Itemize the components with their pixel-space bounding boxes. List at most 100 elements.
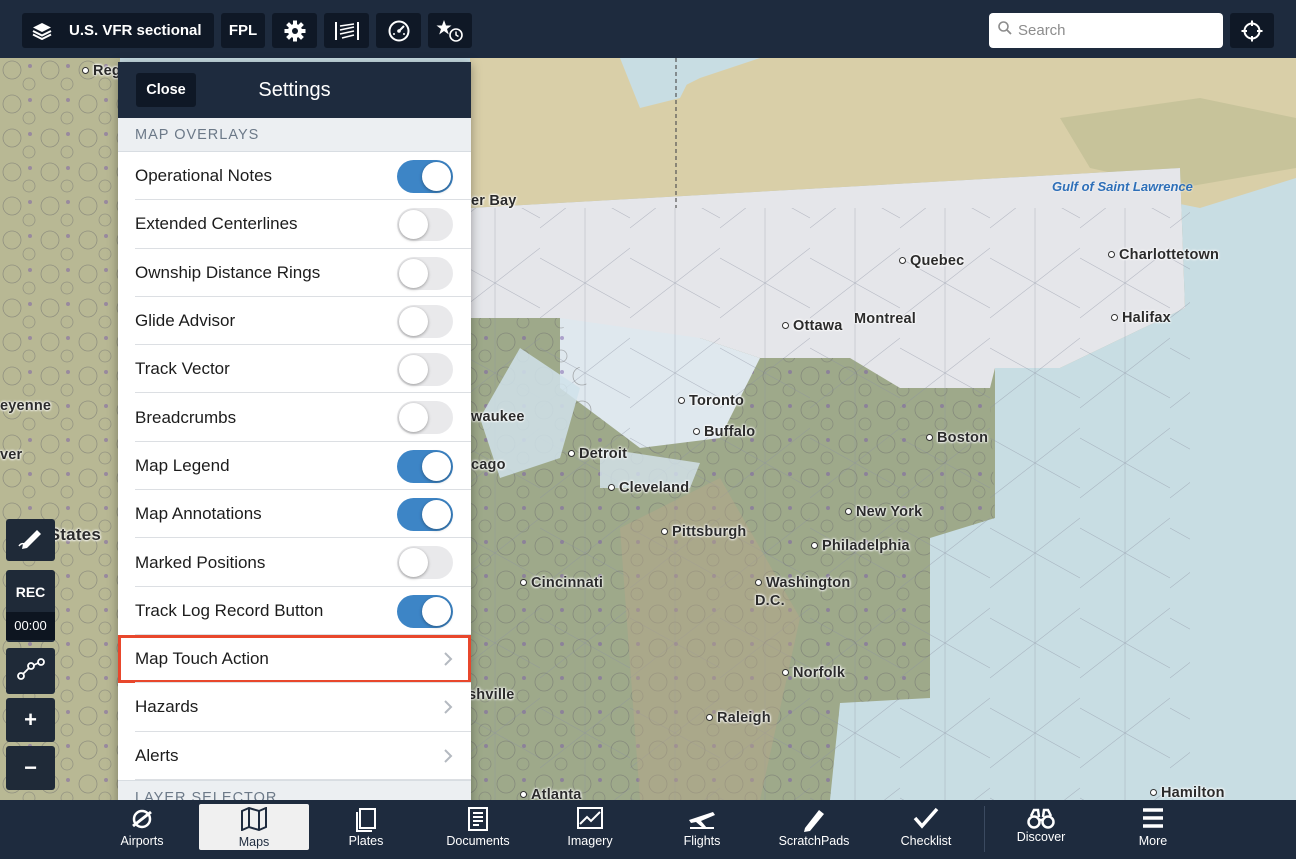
- settings-row-label: Hazards: [135, 697, 199, 717]
- map-icon: [199, 807, 309, 833]
- chevron-right-icon: [443, 651, 453, 672]
- tab-airports[interactable]: Airports: [87, 800, 197, 859]
- settings-row-label: Ownship Distance Rings: [135, 262, 321, 282]
- tab-label: Documents: [446, 834, 510, 848]
- city-label: Norfolk: [782, 665, 845, 681]
- settings-button[interactable]: [272, 13, 317, 48]
- scratchpad-icon: [759, 806, 869, 832]
- settings-row-label: Extended Centerlines: [135, 214, 298, 234]
- city-label: Atlanta: [520, 787, 582, 800]
- airport-icon: [87, 806, 197, 832]
- gauge-button[interactable]: [376, 13, 421, 48]
- layers-icon: [32, 22, 52, 40]
- tab-maps[interactable]: Maps: [199, 804, 309, 850]
- search-icon: [998, 21, 1012, 40]
- city-label: ver: [0, 447, 23, 463]
- tab-scratchpads[interactable]: ScratchPads: [759, 800, 869, 859]
- rec-label: REC: [15, 584, 46, 600]
- city-label: Boston: [926, 430, 988, 446]
- city-label: er Bay: [471, 193, 517, 209]
- search-field[interactable]: [989, 13, 1223, 48]
- imagery-icon: [535, 806, 645, 832]
- tab-plates[interactable]: Plates: [311, 800, 421, 859]
- zoom-in-button[interactable]: +: [6, 698, 55, 742]
- tab-label: Plates: [348, 834, 384, 848]
- locate-button[interactable]: [1230, 13, 1274, 48]
- toggle-switch[interactable]: [397, 449, 453, 483]
- tab-imagery[interactable]: Imagery: [535, 800, 645, 859]
- favorites-recent-button[interactable]: [428, 13, 472, 48]
- settings-row-glide-advisor[interactable]: Glide Advisor: [118, 297, 471, 346]
- tab-label: Flights: [683, 834, 721, 848]
- settings-row-track-log-record-button[interactable]: Track Log Record Button: [118, 587, 471, 636]
- tab-more[interactable]: More: [1098, 800, 1208, 859]
- annotate-button[interactable]: [6, 519, 55, 561]
- city-label: Pittsburgh: [661, 524, 747, 540]
- chevron-right-icon: [443, 748, 453, 769]
- toggle-switch[interactable]: [397, 353, 453, 387]
- favorites-recent-icon: [436, 19, 464, 43]
- toggle-knob: [399, 355, 428, 385]
- settings-row-map-annotations[interactable]: Map Annotations: [118, 490, 471, 539]
- toggle-knob: [422, 500, 451, 530]
- checklist-icon: [871, 806, 981, 832]
- settings-row-alerts[interactable]: Alerts: [118, 732, 471, 781]
- route-button[interactable]: [6, 648, 55, 694]
- tab-checklist[interactable]: Checklist: [871, 800, 981, 859]
- toggle-switch[interactable]: [397, 594, 453, 628]
- city-label: Detroit: [568, 446, 627, 462]
- settings-panel: Settings Close MAP OVERLAYS Operational …: [118, 62, 471, 814]
- settings-row-track-vector[interactable]: Track Vector: [118, 345, 471, 394]
- settings-row-label: Marked Positions: [135, 552, 266, 572]
- toggle-switch[interactable]: [397, 401, 453, 435]
- fpl-button[interactable]: FPL: [221, 13, 265, 48]
- toggle-knob: [399, 306, 428, 336]
- settings-row-label: Alerts: [135, 745, 179, 765]
- toggle-knob: [422, 162, 451, 191]
- toggle-switch[interactable]: [397, 546, 453, 580]
- city-label: Cincinnati: [520, 575, 603, 591]
- toggle-knob: [422, 451, 451, 481]
- flights-icon: [647, 806, 757, 832]
- tab-label: Imagery: [567, 834, 613, 848]
- tab-flights[interactable]: Flights: [647, 800, 757, 859]
- settings-row-map-touch-action[interactable]: Map Touch Action: [118, 634, 471, 684]
- tab-label: Airports: [120, 834, 164, 848]
- zoom-out-button[interactable]: −: [6, 746, 55, 790]
- route-icon: [16, 657, 45, 685]
- city-label: shville: [468, 687, 515, 703]
- search-input[interactable]: [1018, 22, 1208, 39]
- city-label: Philadelphia: [811, 538, 910, 554]
- city-label: Toronto: [678, 393, 744, 409]
- bottom-tab-bar: Airports Maps Plates Documents Imagery Flight…: [0, 800, 1296, 859]
- tab-documents[interactable]: Documents: [423, 800, 533, 859]
- toggle-switch[interactable]: [397, 304, 453, 338]
- toggle-knob: [422, 596, 451, 626]
- tab-discover[interactable]: Discover: [986, 800, 1096, 859]
- settings-row-hazards[interactable]: Hazards: [118, 683, 471, 732]
- toggle-switch[interactable]: [397, 256, 453, 290]
- toggle-switch[interactable]: [397, 498, 453, 532]
- city-label: Quebec: [899, 253, 964, 269]
- toggle-switch[interactable]: [397, 160, 453, 193]
- settings-row-marked-positions[interactable]: Marked Positions: [118, 538, 471, 587]
- settings-row-breadcrumbs[interactable]: Breadcrumbs: [118, 393, 471, 443]
- toggle-knob: [399, 258, 428, 288]
- settings-row-operational-notes[interactable]: Operational Notes: [118, 152, 471, 201]
- close-button[interactable]: Close: [136, 73, 196, 107]
- toggle-switch[interactable]: [397, 208, 453, 242]
- tab-label: Checklist: [900, 834, 952, 848]
- city-label: Hamilton: [1150, 785, 1225, 800]
- settings-header: Settings Close: [118, 62, 471, 118]
- settings-row-ownship-distance-rings[interactable]: Ownship Distance Rings: [118, 249, 471, 298]
- settings-row-map-legend[interactable]: Map Legend: [118, 442, 471, 491]
- settings-row-label: Map Legend: [135, 455, 230, 475]
- locate-icon: [1241, 20, 1263, 42]
- city-label: Montreal: [854, 311, 917, 327]
- settings-row-label: Map Touch Action: [135, 649, 269, 669]
- track-log-record-button[interactable]: REC 00:00: [6, 570, 55, 642]
- layers-button[interactable]: U.S. VFR sectional: [22, 13, 214, 48]
- settings-row-extended-centerlines[interactable]: Extended Centerlines: [118, 200, 471, 249]
- procedure-button[interactable]: [324, 13, 369, 48]
- city-label: Reg: [82, 63, 121, 79]
